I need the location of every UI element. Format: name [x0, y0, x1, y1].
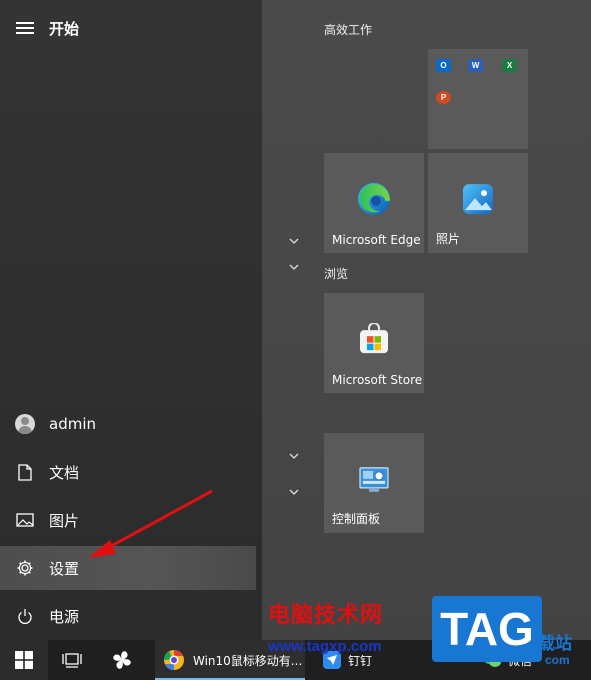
watermark-tail: 载站: [538, 634, 572, 654]
user-account-item[interactable]: admin: [0, 402, 256, 446]
watermark-site-name: 电脑技术网: [268, 603, 384, 628]
pictures-label: 图片: [49, 511, 80, 530]
store-tile[interactable]: Microsoft Store: [324, 293, 424, 393]
word-icon: W: [468, 59, 483, 72]
start-title: 开始: [49, 20, 80, 38]
task-view-button[interactable]: [56, 640, 88, 680]
settings-label: 设置: [49, 559, 80, 578]
user-avatar-icon: [14, 414, 35, 434]
chevron-down-icon[interactable]: [288, 452, 300, 460]
photos-tile-label: 照片: [436, 232, 461, 246]
group-title-browse[interactable]: 浏览: [324, 265, 348, 282]
pinned-app-button[interactable]: [104, 640, 140, 680]
power-label: 电源: [49, 607, 80, 626]
power-icon: [17, 608, 32, 624]
watermark-logo: TAG: [432, 596, 542, 662]
photos-icon: [463, 184, 493, 215]
office-folder-tile[interactable]: O W X P: [428, 49, 528, 149]
user-name-label: admin: [49, 415, 96, 433]
task-view-icon: [62, 653, 82, 668]
chevron-down-icon[interactable]: [288, 488, 300, 496]
start-button[interactable]: [0, 640, 48, 680]
power-item[interactable]: 电源: [0, 594, 256, 638]
annotation-arrow: [88, 489, 213, 558]
start-tiles-pane: [262, 0, 591, 640]
windows-logo-icon: [15, 651, 33, 669]
outlook-icon: O: [436, 59, 451, 72]
picture-icon: [15, 513, 34, 527]
control-panel-tile-label: 控制面板: [332, 512, 381, 526]
watermark-tail-url: com: [545, 653, 570, 667]
watermark-url: www.tagxp.com: [268, 638, 382, 655]
edge-icon: [358, 182, 390, 215]
browser-icon: [164, 650, 184, 670]
edge-tile-label: Microsoft Edge: [332, 233, 421, 247]
fan-app-icon: [113, 651, 131, 669]
photos-tile[interactable]: 照片: [428, 153, 528, 253]
store-bag-icon: [360, 323, 388, 354]
control-panel-tile[interactable]: 控制面板: [324, 433, 424, 533]
document-icon: [17, 463, 32, 481]
edge-tile[interactable]: Microsoft Edge: [324, 153, 424, 253]
group-title-productivity[interactable]: 高效工作: [324, 21, 372, 38]
store-tile-label: Microsoft Store: [332, 373, 423, 387]
chevron-down-icon[interactable]: [288, 237, 300, 245]
control-panel-icon: [359, 467, 389, 492]
chevron-down-icon[interactable]: [288, 263, 300, 271]
gear-icon: [17, 560, 32, 576]
powerpoint-icon: P: [436, 91, 451, 104]
excel-icon: X: [502, 59, 517, 72]
documents-label: 文档: [49, 463, 80, 482]
hamburger-menu-icon[interactable]: [16, 22, 34, 34]
